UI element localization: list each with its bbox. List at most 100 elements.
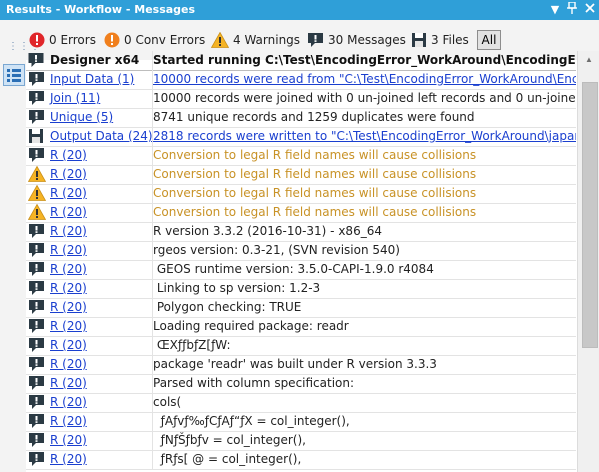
scroll-up-icon[interactable]: ▲ (578, 51, 599, 68)
message-icon (26, 412, 46, 431)
list-view-button[interactable] (3, 64, 25, 86)
message-text: ƒNƒŠƒbƒv = col_integer(), (153, 433, 306, 447)
warning-icon (26, 184, 46, 203)
tool-link[interactable]: R (20) (47, 355, 153, 374)
table-row[interactable]: R (20) ƒRƒs[ @ = col_integer(), (26, 450, 576, 470)
errors-label: 0 Errors (49, 33, 96, 47)
conv-error-icon (104, 32, 120, 48)
table-row[interactable]: Input Data (1) 10000 records were read fr… (26, 70, 576, 90)
tool-link[interactable]: R (20) (47, 203, 153, 222)
message-text: cols( (153, 395, 182, 409)
window-title: Results - Workflow - Messages (6, 3, 196, 16)
table-row[interactable]: R (20) Conversion to legal R field names … (26, 203, 576, 223)
table-row[interactable]: Join (11) 10000 records were joined with … (26, 89, 576, 109)
message-icon (26, 431, 46, 450)
message-icon (308, 33, 323, 47)
tool-link[interactable]: R (20) (47, 374, 153, 393)
tool-link[interactable]: R (20) (47, 222, 153, 241)
message-text: Loading required package: readr (153, 319, 349, 333)
message-text: R version 3.3.2 (2016-10-31) - x86_64 (153, 224, 382, 238)
tool-link[interactable]: R (20) (47, 317, 153, 336)
menu-icon[interactable]: ▼ (547, 2, 563, 18)
table-row[interactable]: R (20) GEOS runtime version: 3.5.0-CAPI-… (26, 260, 576, 280)
tool-link[interactable]: R (20) (47, 260, 153, 279)
table-row[interactable]: R (20) Linking to sp version: 1.2-3 (26, 279, 576, 299)
table-row[interactable]: R (20) ƒAƒvƒ‰ƒCƒAƒ“ƒX = col_integer(), (26, 412, 576, 432)
message-icon (26, 298, 46, 317)
message-text: 8741 unique records and 1259 duplicates … (153, 110, 475, 124)
message-icon (26, 317, 46, 336)
tool-link[interactable]: Input Data (1) (47, 70, 153, 89)
messages-filter-button[interactable]: 30 Messages (307, 29, 406, 51)
tool-link[interactable]: R (20) (47, 393, 153, 412)
message-icon (26, 355, 46, 374)
save-icon (26, 127, 46, 146)
message-icon (26, 336, 46, 355)
message-text: GEOS runtime version: 3.5.0-CAPI-1.9.0 r… (153, 262, 434, 276)
tool-link[interactable]: R (20) (47, 412, 153, 431)
scrollbar-thumb[interactable] (582, 82, 598, 348)
table-row[interactable]: R (20) cols( (26, 393, 576, 413)
message-text: ƒAƒvƒ‰ƒCƒAƒ“ƒX = col_integer(), (153, 414, 350, 428)
table-row[interactable]: R (20) ƒNƒŠƒbƒv = col_integer(), (26, 431, 576, 451)
message-text: ŒXƒƒbƒZ[ƒW: (153, 338, 231, 352)
save-icon (412, 33, 426, 47)
message-text: ƒRƒs[ @ = col_integer(), (153, 452, 302, 466)
message-icon (26, 146, 46, 165)
window-titlebar: Results - Workflow - Messages ▼ (0, 0, 599, 20)
tool-link[interactable]: R (20) (47, 336, 153, 355)
message-icon (26, 393, 46, 412)
tool-link[interactable]: R (20) (47, 184, 153, 203)
tool-link[interactable]: R (20) (47, 146, 153, 165)
message-icon (26, 89, 46, 108)
table-row[interactable]: R (20) ŒXƒƒbƒZ[ƒW: (26, 336, 576, 356)
message-text: Conversion to legal R field names will c… (153, 186, 477, 200)
message-icon (26, 70, 46, 89)
table-row[interactable]: R (20) Conversion to legal R field names … (26, 146, 576, 166)
pin-icon[interactable] (564, 1, 580, 18)
files-filter-button[interactable]: 3 Files (411, 29, 469, 51)
table-row[interactable]: R (20) Loading required package: readr (26, 317, 576, 337)
table-row[interactable]: R (20) Parsed with column specification: (26, 374, 576, 394)
table-row[interactable]: R (20) R version 3.3.2 (2016-10-31) - x86… (26, 222, 576, 242)
tool-link[interactable]: Output Data (24) (47, 127, 153, 146)
messages-grid: Designer x64 Started running C:\Test\Enc… (26, 51, 576, 472)
messages-label: 30 Messages (328, 33, 406, 47)
table-row[interactable]: R (20) rgeos version: 0.3-21, (SVN revisi… (26, 241, 576, 261)
message-text[interactable]: 2818 records were written to "C:\Test\En… (151, 127, 576, 146)
close-icon[interactable] (582, 2, 598, 18)
tool-link[interactable]: Unique (5) (47, 108, 153, 127)
tool-link[interactable]: R (20) (47, 431, 153, 450)
message-text: package 'readr' was built under R versio… (153, 357, 437, 371)
table-row[interactable]: R (20) Conversion to legal R field names … (26, 184, 576, 204)
table-row[interactable]: R (20) Conversion to legal R field names … (26, 165, 576, 185)
left-panel (0, 60, 26, 472)
table-row[interactable]: Output Data (24) 2818 records were writte… (26, 127, 576, 147)
all-filter-button[interactable]: All (477, 30, 501, 50)
table-row[interactable]: R (20) Polygon checking: TRUE (26, 298, 576, 318)
vertical-scrollbar[interactable]: ▲ (577, 51, 599, 472)
message-icon (26, 279, 46, 298)
tool-link[interactable]: R (20) (47, 241, 153, 260)
error-icon (29, 32, 45, 48)
warnings-filter-button[interactable]: 4 Warnings (211, 29, 300, 51)
tool-link[interactable]: Join (11) (47, 89, 153, 108)
message-text: Conversion to legal R field names will c… (153, 148, 477, 162)
warnings-label: 4 Warnings (233, 33, 301, 47)
table-row[interactable]: Unique (5) 8741 unique records and 1259 d… (26, 108, 576, 128)
message-icon (26, 108, 46, 127)
errors-filter-button[interactable]: 0 Errors (29, 29, 96, 51)
message-text[interactable]: 10000 records were read from "C:\Test\En… (151, 70, 576, 89)
message-icon (28, 53, 44, 67)
tool-link[interactable]: R (20) (47, 450, 153, 469)
message-text: rgeos version: 0.3-21, (SVN revision 540… (153, 243, 400, 257)
tool-link[interactable]: R (20) (47, 165, 153, 184)
tool-link[interactable]: R (20) (47, 279, 153, 298)
grid-header-row: Designer x64 Started running C:\Test\Enc… (26, 51, 576, 71)
tool-link[interactable]: R (20) (47, 298, 153, 317)
table-row[interactable]: R (20) package 'readr' was built under R … (26, 355, 576, 375)
conv-errors-label: 0 Conv Errors (124, 33, 206, 47)
message-icon (26, 450, 46, 469)
conv-errors-filter-button[interactable]: 0 Conv Errors (104, 29, 205, 51)
message-text: Conversion to legal R field names will c… (153, 205, 477, 219)
